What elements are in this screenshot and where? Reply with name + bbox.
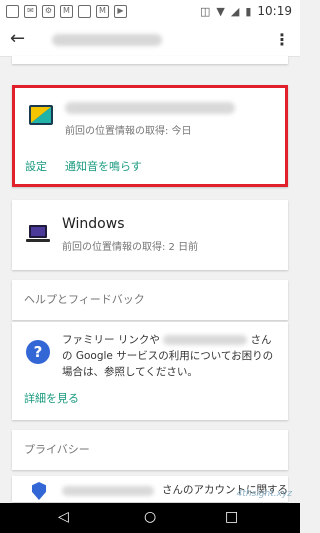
vibrate-icon: ◫ (200, 4, 211, 18)
overflow-menu-icon[interactable]: ⋮ (274, 30, 290, 49)
device-card-windows: Windows 前回の位置情報の取得: 2 日前 (12, 200, 288, 270)
device-card-android: 前回の位置情報の取得: 今日 設定 通知音を鳴らす (12, 85, 288, 187)
image-icon (78, 5, 91, 18)
last-location-text: 前回の位置情報の取得: 今日 (65, 126, 192, 137)
notification-icons: ✉ ⚙ M M ▶ (6, 5, 127, 18)
gmail-icon: M (60, 5, 73, 18)
shield-icon (32, 482, 46, 500)
system-icons: ◫ ▼ ◢ ▮ 10:19 (200, 4, 292, 18)
nav-home-icon[interactable]: ○ (144, 509, 156, 525)
device-name: Windows (62, 216, 125, 232)
help-text-part1: ファミリー リンクや (62, 334, 160, 346)
mail-icon: ✉ (24, 5, 37, 18)
nav-recents-icon[interactable]: □ (225, 509, 238, 525)
gmail-icon-2: M (96, 5, 109, 18)
battery-icon: ▮ (245, 4, 252, 18)
ring-device-link[interactable]: 通知音を鳴らす (65, 158, 142, 174)
privacy-section-header: プライバシー (12, 430, 288, 470)
app-notification-icon (6, 5, 19, 18)
app-bar: ← ⋮ (0, 24, 300, 57)
settings-link[interactable]: 設定 (25, 158, 47, 174)
learn-more-link[interactable]: 詳細を見る (24, 390, 79, 406)
help-icon: ? (26, 340, 50, 364)
signal-icon: ◢ (230, 4, 240, 18)
clock: 10:19 (257, 4, 292, 18)
status-bar: ✉ ⚙ M M ▶ ◫ ▼ ◢ ▮ 10:19 (0, 0, 300, 24)
nav-back-icon[interactable]: ◁ (58, 509, 69, 525)
system-nav-bar: ◁ ○ □ (0, 503, 300, 533)
wifi-icon: ▼ (216, 4, 225, 18)
back-arrow-icon[interactable]: ← (10, 28, 25, 49)
child-name-redacted (163, 335, 248, 345)
device-name-redacted (65, 102, 235, 114)
help-card: ? ファミリー リンクや さんの Google サービスの利用についてお困りの場… (12, 322, 288, 420)
help-section-header: ヘルプとフィードバック (12, 280, 288, 320)
previous-card (12, 56, 288, 64)
child-name-redacted (62, 486, 154, 496)
help-text: ファミリー リンクや さんの Google サービスの利用についてお困りの場合は… (62, 332, 282, 380)
settings-icon: ⚙ (42, 5, 55, 18)
page-title-redacted (52, 34, 162, 46)
laptop-icon (26, 225, 50, 242)
last-location-text: 前回の位置情報の取得: 2 日前 (62, 242, 199, 253)
android-tablet-icon (29, 105, 53, 125)
watermark: 4thsight.xyz (236, 489, 292, 499)
youtube-icon: ▶ (114, 5, 127, 18)
